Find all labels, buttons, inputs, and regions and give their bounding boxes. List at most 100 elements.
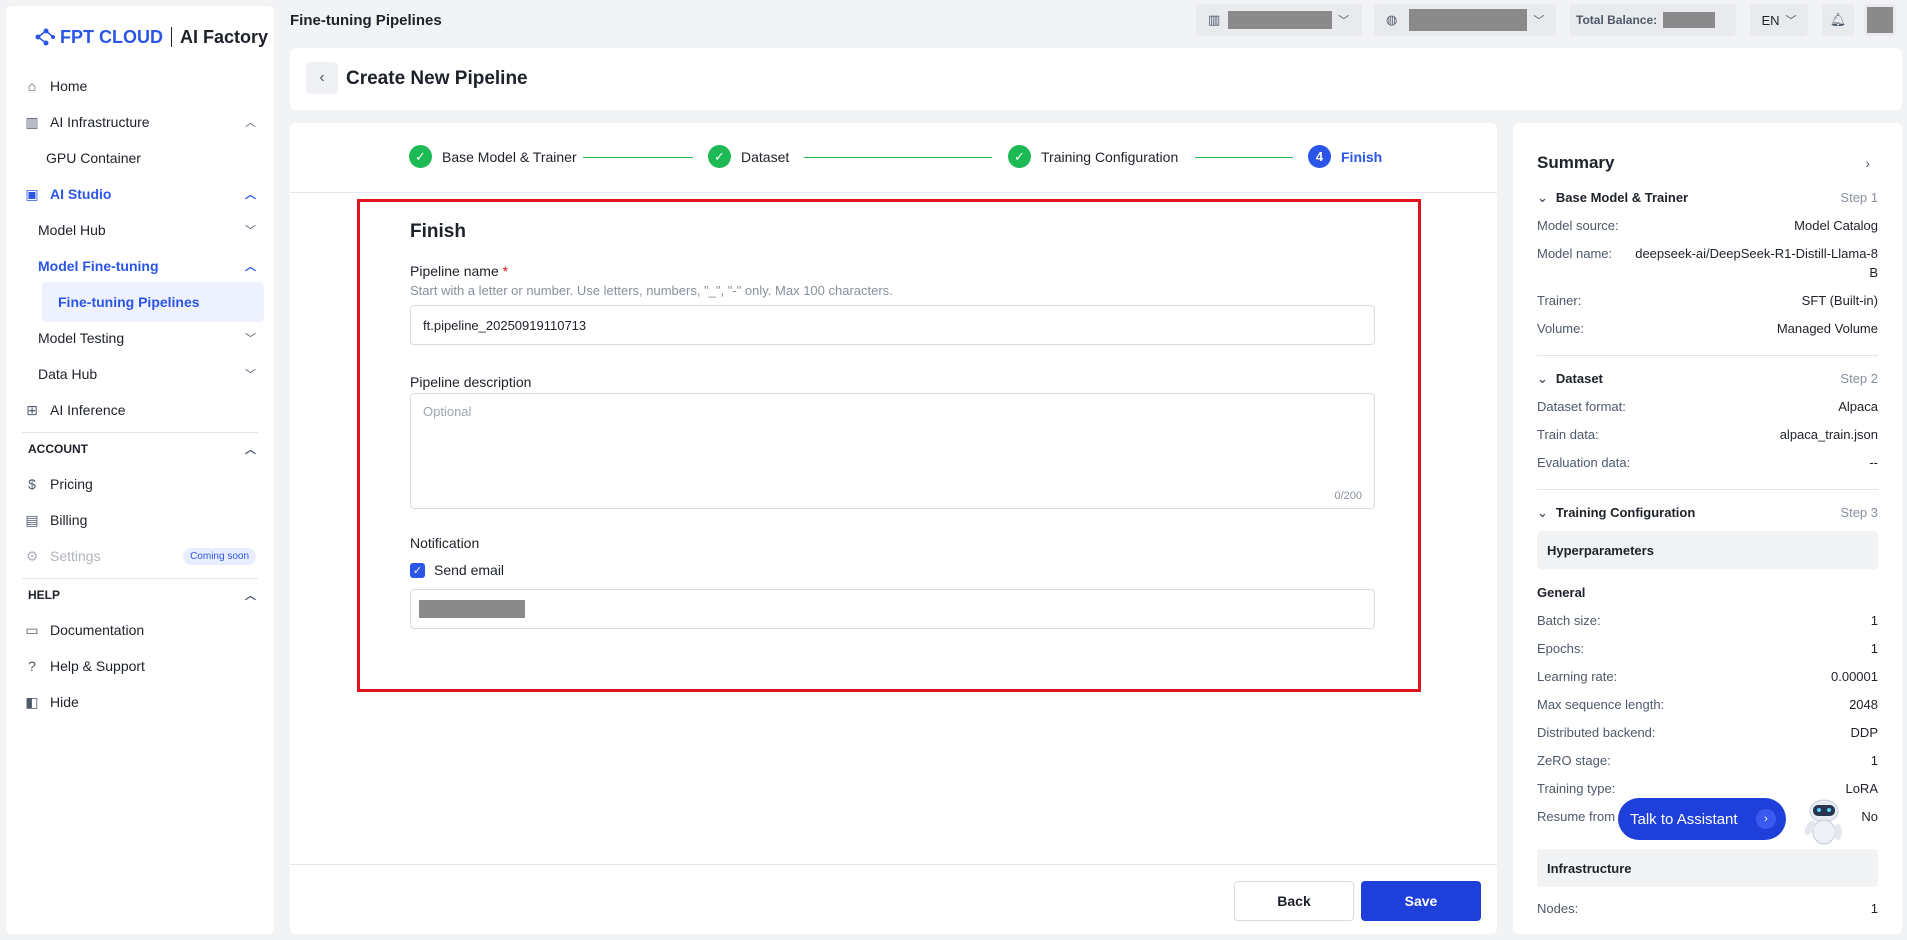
- summary-row: Evaluation data: --: [1537, 455, 1878, 470]
- step-dataset[interactable]: ✓ Dataset: [708, 145, 789, 168]
- region-select[interactable]: ◍ ﹀: [1374, 4, 1556, 36]
- total-balance[interactable]: Total Balance:: [1570, 4, 1736, 36]
- summary-row: Model source: Model Catalog: [1537, 218, 1878, 233]
- summary-row: Max sequence length: 2048: [1537, 697, 1878, 712]
- summary-row: ZeRO stage: 1: [1537, 753, 1878, 768]
- step-connector: [804, 157, 992, 158]
- building-icon: ▥: [25, 113, 39, 130]
- chevron-down-icon: ﹀: [1338, 15, 1350, 27]
- sidebar-item-model-testing[interactable]: Model Testing ﹀: [6, 318, 274, 358]
- summary-row: Dataset format: Alpaca: [1537, 399, 1878, 414]
- home-icon: ⌂: [27, 78, 37, 94]
- step-connector: [1195, 157, 1293, 158]
- chevron-right-icon: ›: [1756, 809, 1776, 829]
- divider: [22, 432, 258, 433]
- page-title: Fine-tuning Pipelines: [290, 12, 442, 29]
- invoice-icon: ▤: [25, 511, 39, 528]
- sidebar-item-gpu-container[interactable]: GPU Container: [6, 138, 274, 178]
- character-counter: 0/200: [1334, 490, 1362, 502]
- sidebar: FPT CLOUD AI Factory ⌂ Home ▥ AI Infrast…: [6, 6, 274, 934]
- redacted-value: [1409, 9, 1528, 31]
- chevron-down-icon: ﹀: [245, 333, 256, 345]
- summary-row: Learning rate: 0.00001: [1537, 669, 1878, 684]
- sidebar-item-ai-infrastructure[interactable]: ▥ AI Infrastructure ︿: [6, 102, 274, 142]
- step-base-model[interactable]: ✓ Base Model & Trainer: [409, 145, 577, 168]
- email-input[interactable]: [410, 589, 1375, 629]
- chevron-left-icon: ‹: [319, 69, 325, 86]
- organization-select[interactable]: ▥ ﹀: [1196, 4, 1362, 36]
- sidebar-item-ai-inference[interactable]: ⊞ AI Inference: [6, 390, 274, 430]
- book-icon: ▭: [25, 621, 39, 638]
- sidebar-item-fine-tuning-pipelines[interactable]: Fine-tuning Pipelines: [42, 282, 264, 322]
- chevron-down-icon: ﹀: [1785, 15, 1797, 27]
- description-placeholder: Optional: [423, 404, 472, 419]
- redacted-value: [1663, 12, 1716, 28]
- chevron-down-icon: ﹀: [245, 369, 256, 381]
- required-mark: *: [502, 263, 509, 279]
- logo[interactable]: FPT CLOUD AI Factory: [6, 6, 274, 58]
- sidebar-item-help-support[interactable]: ? Help & Support: [6, 646, 274, 686]
- hyperparameters-header: Hyperparameters: [1537, 531, 1878, 569]
- summary-section-base-model[interactable]: Base Model & Trainer Step 1: [1537, 190, 1878, 206]
- check-icon: ✓: [708, 145, 731, 168]
- pipeline-description-label: Pipeline description: [410, 374, 532, 390]
- divider: [1537, 355, 1878, 356]
- help-section-toggle[interactable]: HELP ︿: [28, 580, 256, 610]
- chevron-right-icon[interactable]: ›: [1865, 155, 1870, 171]
- form-card: ✓ Base Model & Trainer ✓ Dataset ✓ Train…: [290, 123, 1497, 934]
- step-training-configuration[interactable]: ✓ Training Configuration: [1008, 145, 1178, 168]
- chevron-down-icon: ﹀: [245, 225, 256, 237]
- question-icon: ?: [28, 658, 36, 674]
- studio-icon: ▣: [25, 185, 39, 202]
- network-icon: [35, 28, 55, 46]
- divider: [1537, 489, 1878, 490]
- gear-icon: ⚙: [25, 547, 39, 564]
- chevron-down-icon: ﹀: [1533, 15, 1545, 27]
- logo-text: FPT CLOUD: [60, 26, 163, 47]
- pipeline-name-input[interactable]: ft.pipeline_20250919110713: [410, 305, 1375, 345]
- save-button[interactable]: Save: [1361, 881, 1481, 921]
- robot-icon[interactable]: [1796, 794, 1852, 850]
- sidebar-item-hide[interactable]: ◧ Hide: [6, 682, 274, 722]
- summary-section-dataset[interactable]: Dataset Step 2: [1537, 371, 1878, 387]
- summary-title: Summary: [1537, 153, 1615, 172]
- sidebar-item-billing[interactable]: ▤ Billing: [6, 500, 274, 540]
- dollar-icon: $: [28, 476, 36, 492]
- pipeline-name-label: Pipeline name *: [410, 263, 509, 279]
- pipeline-name-hint: Start with a letter or number. Use lette…: [410, 283, 893, 298]
- notification-button[interactable]: 🔔︎: [1822, 4, 1854, 36]
- sidebar-item-model-fine-tuning[interactable]: Model Fine-tuning ︿: [6, 246, 274, 286]
- header-title: Create New Pipeline: [346, 68, 528, 89]
- summary-row: Nodes: 1: [1537, 901, 1878, 916]
- form-title: Finish: [410, 221, 466, 242]
- summary-row: Trainer: SFT (Built-in): [1537, 293, 1878, 308]
- step-finish[interactable]: 4 Finish: [1308, 145, 1382, 168]
- back-step-button[interactable]: Back: [1234, 881, 1354, 921]
- summary-section-training-configuration[interactable]: Training Configuration Step 3: [1537, 505, 1878, 521]
- summary-row: Model name: deepseek-ai/DeepSeek-R1-Dist…: [1537, 246, 1878, 280]
- language-select[interactable]: EN ﹀: [1750, 4, 1808, 36]
- sidebar-item-documentation[interactable]: ▭ Documentation: [6, 610, 274, 650]
- sidebar-item-data-hub[interactable]: Data Hub ﹀: [6, 354, 274, 394]
- summary-row: Batch size: 1: [1537, 613, 1878, 628]
- page-header: ‹ Create New Pipeline: [290, 48, 1902, 110]
- talk-to-assistant-button[interactable]: Talk to Assistant ›: [1618, 798, 1786, 840]
- infrastructure-header: Infrastructure: [1537, 849, 1878, 887]
- fpt-cloud-logo: FPT CLOUD: [34, 27, 163, 48]
- step-connector: [583, 157, 693, 158]
- general-group-title: General: [1537, 585, 1586, 600]
- notification-label: Notification: [410, 535, 480, 551]
- sidebar-item-ai-studio[interactable]: ▣ AI Studio ︿: [6, 174, 274, 214]
- sidebar-item-pricing[interactable]: $ Pricing: [6, 464, 274, 504]
- account-section-toggle[interactable]: ACCOUNT ︿: [28, 434, 256, 464]
- divider: [22, 578, 258, 579]
- back-button[interactable]: ‹: [306, 62, 338, 94]
- step-number: 4: [1308, 145, 1331, 168]
- avatar[interactable]: [1864, 4, 1896, 36]
- pipeline-description-textarea[interactable]: Optional 0/200: [410, 393, 1375, 509]
- sidebar-item-home[interactable]: ⌂ Home: [6, 66, 274, 106]
- sidebar-item-settings: ⚙ Settings Coming soon: [6, 536, 274, 576]
- sidebar-item-model-hub[interactable]: Model Hub ﹀: [6, 210, 274, 250]
- send-email-checkbox[interactable]: ✓ Send email: [410, 562, 504, 578]
- summary-row: Epochs: 1: [1537, 641, 1878, 656]
